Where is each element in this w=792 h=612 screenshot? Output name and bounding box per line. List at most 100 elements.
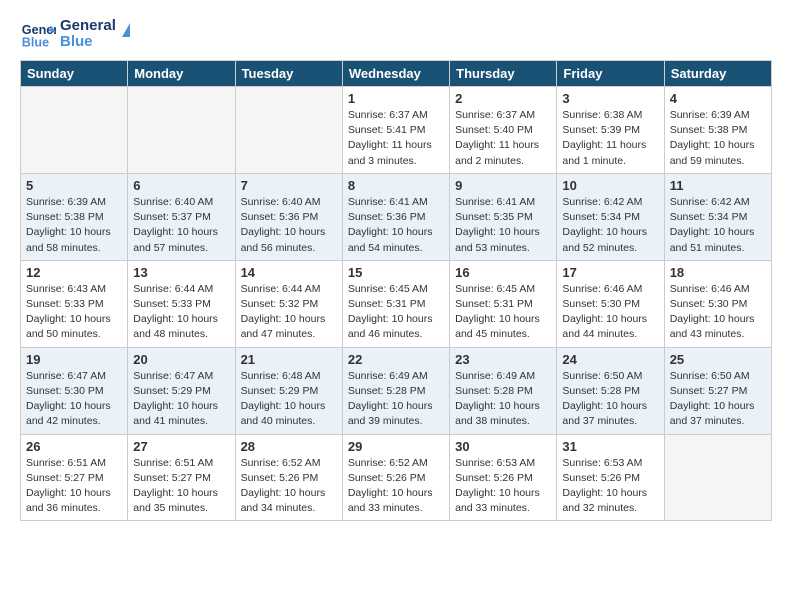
logo-general-text: General — [60, 18, 116, 35]
logo-triangle-icon — [122, 23, 130, 37]
day-info: Sunrise: 6:51 AM Sunset: 5:27 PM Dayligh… — [26, 456, 122, 517]
weekday-header-saturday: Saturday — [664, 61, 771, 87]
calendar-cell: 29 Sunrise: 6:52 AM Sunset: 5:26 PM Dayli… — [342, 434, 449, 521]
calendar-cell: 23 Sunrise: 6:49 AM Sunset: 5:28 PM Dayli… — [450, 347, 557, 434]
calendar-cell: 16 Sunrise: 6:45 AM Sunset: 5:31 PM Dayli… — [450, 260, 557, 347]
calendar-cell: 8Sunrise: 6:41 AM Sunset: 5:36 PM Daylig… — [342, 173, 449, 260]
day-info: Sunrise: 6:40 AM Sunset: 5:36 PM Dayligh… — [241, 195, 337, 256]
day-number: 1 — [348, 91, 444, 106]
day-number: 19 — [26, 352, 122, 367]
day-info: Sunrise: 6:45 AM Sunset: 5:31 PM Dayligh… — [455, 282, 551, 343]
calendar-cell: 9 Sunrise: 6:41 AM Sunset: 5:35 PM Daylig… — [450, 173, 557, 260]
logo-icon: General Blue — [20, 16, 56, 52]
day-number: 30 — [455, 439, 551, 454]
day-info: Sunrise: 6:42 AM Sunset: 5:34 PM Dayligh… — [562, 195, 658, 256]
day-number: 2 — [455, 91, 551, 106]
day-info: Sunrise: 6:37 AM Sunset: 5:40 PM Dayligh… — [455, 108, 551, 169]
calendar-week-row: 1 Sunrise: 6:37 AM Sunset: 5:41 PM Daylig… — [21, 87, 772, 174]
calendar-cell: 2 Sunrise: 6:37 AM Sunset: 5:40 PM Daylig… — [450, 87, 557, 174]
calendar-cell: 10 Sunrise: 6:42 AM Sunset: 5:34 PM Dayli… — [557, 173, 664, 260]
day-number: 14 — [241, 265, 337, 280]
calendar-cell: 22 Sunrise: 6:49 AM Sunset: 5:28 PM Dayli… — [342, 347, 449, 434]
day-info: Sunrise: 6:37 AM Sunset: 5:41 PM Dayligh… — [348, 108, 444, 169]
day-number: 10 — [562, 178, 658, 193]
calendar-week-row: 19 Sunrise: 6:47 AM Sunset: 5:30 PM Dayli… — [21, 347, 772, 434]
page-container: General Blue General Blue SundayMondayTu… — [0, 0, 792, 537]
weekday-header-wednesday: Wednesday — [342, 61, 449, 87]
calendar-cell: 30 Sunrise: 6:53 AM Sunset: 5:26 PM Dayli… — [450, 434, 557, 521]
day-number: 13 — [133, 265, 229, 280]
day-info: Sunrise: 6:38 AM Sunset: 5:39 PM Dayligh… — [562, 108, 658, 169]
day-number: 17 — [562, 265, 658, 280]
day-info: Sunrise: 6:39 AM Sunset: 5:38 PM Dayligh… — [26, 195, 122, 256]
day-info: Sunrise: 6:44 AM Sunset: 5:32 PM Dayligh… — [241, 282, 337, 343]
page-header: General Blue General Blue — [20, 16, 772, 52]
day-info: Sunrise: 6:50 AM Sunset: 5:28 PM Dayligh… — [562, 369, 658, 430]
calendar-cell: 11 Sunrise: 6:42 AM Sunset: 5:34 PM Dayli… — [664, 173, 771, 260]
day-number: 9 — [455, 178, 551, 193]
day-number: 16 — [455, 265, 551, 280]
calendar-week-row: 12 Sunrise: 6:43 AM Sunset: 5:33 PM Dayli… — [21, 260, 772, 347]
day-number: 27 — [133, 439, 229, 454]
day-number: 24 — [562, 352, 658, 367]
day-number: 12 — [26, 265, 122, 280]
calendar-cell: 19 Sunrise: 6:47 AM Sunset: 5:30 PM Dayli… — [21, 347, 128, 434]
day-number: 25 — [670, 352, 766, 367]
calendar-cell — [21, 87, 128, 174]
calendar-cell: 5 Sunrise: 6:39 AM Sunset: 5:38 PM Daylig… — [21, 173, 128, 260]
calendar-cell: 26Sunrise: 6:51 AM Sunset: 5:27 PM Dayli… — [21, 434, 128, 521]
day-info: Sunrise: 6:47 AM Sunset: 5:29 PM Dayligh… — [133, 369, 229, 430]
day-number: 3 — [562, 91, 658, 106]
logo: General Blue General Blue — [20, 16, 130, 52]
day-info: Sunrise: 6:40 AM Sunset: 5:37 PM Dayligh… — [133, 195, 229, 256]
day-number: 4 — [670, 91, 766, 106]
calendar-header-row: SundayMondayTuesdayWednesdayThursdayFrid… — [21, 61, 772, 87]
calendar-table: SundayMondayTuesdayWednesdayThursdayFrid… — [20, 60, 772, 521]
day-info: Sunrise: 6:51 AM Sunset: 5:27 PM Dayligh… — [133, 456, 229, 517]
day-number: 11 — [670, 178, 766, 193]
day-info: Sunrise: 6:46 AM Sunset: 5:30 PM Dayligh… — [670, 282, 766, 343]
day-info: Sunrise: 6:39 AM Sunset: 5:38 PM Dayligh… — [670, 108, 766, 169]
calendar-cell: 27 Sunrise: 6:51 AM Sunset: 5:27 PM Dayli… — [128, 434, 235, 521]
day-number: 29 — [348, 439, 444, 454]
day-info: Sunrise: 6:53 AM Sunset: 5:26 PM Dayligh… — [455, 456, 551, 517]
calendar-cell: 3 Sunrise: 6:38 AM Sunset: 5:39 PM Daylig… — [557, 87, 664, 174]
calendar-cell — [235, 87, 342, 174]
weekday-header-friday: Friday — [557, 61, 664, 87]
day-number: 23 — [455, 352, 551, 367]
day-info: Sunrise: 6:49 AM Sunset: 5:28 PM Dayligh… — [348, 369, 444, 430]
calendar-cell: 15Sunrise: 6:45 AM Sunset: 5:31 PM Dayli… — [342, 260, 449, 347]
day-info: Sunrise: 6:50 AM Sunset: 5:27 PM Dayligh… — [670, 369, 766, 430]
day-number: 5 — [26, 178, 122, 193]
day-info: Sunrise: 6:44 AM Sunset: 5:33 PM Dayligh… — [133, 282, 229, 343]
calendar-cell — [664, 434, 771, 521]
calendar-cell: 20Sunrise: 6:47 AM Sunset: 5:29 PM Dayli… — [128, 347, 235, 434]
day-info: Sunrise: 6:45 AM Sunset: 5:31 PM Dayligh… — [348, 282, 444, 343]
weekday-header-thursday: Thursday — [450, 61, 557, 87]
calendar-cell: 14 Sunrise: 6:44 AM Sunset: 5:32 PM Dayli… — [235, 260, 342, 347]
day-number: 18 — [670, 265, 766, 280]
calendar-cell: 28Sunrise: 6:52 AM Sunset: 5:26 PM Dayli… — [235, 434, 342, 521]
weekday-header-tuesday: Tuesday — [235, 61, 342, 87]
day-info: Sunrise: 6:53 AM Sunset: 5:26 PM Dayligh… — [562, 456, 658, 517]
calendar-cell: 31 Sunrise: 6:53 AM Sunset: 5:26 PM Dayli… — [557, 434, 664, 521]
day-info: Sunrise: 6:48 AM Sunset: 5:29 PM Dayligh… — [241, 369, 337, 430]
calendar-cell: 1 Sunrise: 6:37 AM Sunset: 5:41 PM Daylig… — [342, 87, 449, 174]
calendar-cell: 17Sunrise: 6:46 AM Sunset: 5:30 PM Dayli… — [557, 260, 664, 347]
day-info: Sunrise: 6:47 AM Sunset: 5:30 PM Dayligh… — [26, 369, 122, 430]
weekday-header-monday: Monday — [128, 61, 235, 87]
day-number: 31 — [562, 439, 658, 454]
day-info: Sunrise: 6:42 AM Sunset: 5:34 PM Dayligh… — [670, 195, 766, 256]
day-number: 7 — [241, 178, 337, 193]
day-number: 22 — [348, 352, 444, 367]
day-info: Sunrise: 6:43 AM Sunset: 5:33 PM Dayligh… — [26, 282, 122, 343]
day-info: Sunrise: 6:41 AM Sunset: 5:35 PM Dayligh… — [455, 195, 551, 256]
day-info: Sunrise: 6:52 AM Sunset: 5:26 PM Dayligh… — [241, 456, 337, 517]
calendar-cell: 4 Sunrise: 6:39 AM Sunset: 5:38 PM Daylig… — [664, 87, 771, 174]
logo-blue-text: Blue — [60, 34, 116, 51]
day-number: 21 — [241, 352, 337, 367]
day-info: Sunrise: 6:52 AM Sunset: 5:26 PM Dayligh… — [348, 456, 444, 517]
day-info: Sunrise: 6:49 AM Sunset: 5:28 PM Dayligh… — [455, 369, 551, 430]
calendar-cell — [128, 87, 235, 174]
calendar-cell: 25 Sunrise: 6:50 AM Sunset: 5:27 PM Dayli… — [664, 347, 771, 434]
